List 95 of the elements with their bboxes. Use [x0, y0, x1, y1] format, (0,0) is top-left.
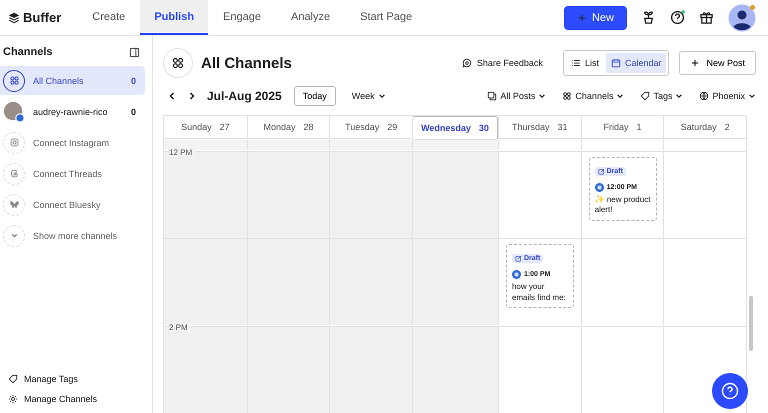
channel-avatar — [594, 182, 604, 192]
camera-icon — [8, 137, 20, 148]
calendar-cell[interactable] — [663, 238, 746, 326]
day-header: Friday 1 — [580, 116, 664, 139]
period-dropdown[interactable]: Week — [352, 91, 386, 101]
day-header: Monday 28 — [246, 116, 330, 139]
collapse-sidebar-icon — [129, 46, 140, 58]
calendar-cell[interactable] — [164, 238, 247, 326]
grid-icon — [171, 56, 185, 70]
stack-logo-icon — [8, 12, 20, 24]
calendar-cell[interactable] — [412, 238, 498, 326]
calendar-cell[interactable] — [329, 150, 412, 238]
at-sign-icon — [8, 168, 20, 179]
nav-tab[interactable]: Start Page — [345, 0, 428, 35]
nav-tab[interactable]: Publish — [140, 0, 208, 35]
list-icon — [570, 58, 581, 68]
help-button[interactable] — [712, 373, 748, 409]
calendar-cell[interactable] — [580, 238, 664, 326]
calendar-cell[interactable]: 12 PM — [164, 150, 247, 238]
channel-item[interactable]: Connect Threads — [0, 159, 145, 188]
account-avatar — [3, 100, 25, 122]
calendar-cell[interactable] — [164, 140, 247, 150]
next-week-icon — [187, 91, 197, 101]
buffer-logo[interactable]: Buffer — [0, 0, 78, 35]
view-tab[interactable]: Calendar — [606, 53, 666, 73]
post-text: how your emails find me: — [512, 282, 567, 303]
calendar-cell[interactable]: 2 PM — [164, 326, 247, 413]
filter-dropdown[interactable]: Phoenix — [699, 91, 756, 101]
edit-icon — [514, 255, 522, 262]
today-button[interactable]: Today — [294, 86, 336, 106]
nav-tab[interactable]: Engage — [208, 0, 276, 35]
previous-week-icon — [167, 91, 177, 101]
calendar-cell[interactable] — [246, 140, 330, 150]
date-range: Jul-Aug 2025 — [207, 89, 282, 103]
caret-icon — [538, 92, 546, 100]
channel-item[interactable]: Connect Instagram — [0, 128, 145, 157]
day-header: Thursday 31 — [498, 116, 581, 139]
settings-icon — [8, 394, 18, 404]
caret-icon — [616, 92, 624, 100]
calendar-cell[interactable] — [498, 326, 581, 413]
calendar-cell[interactable] — [498, 150, 581, 238]
page-title: All Channels — [201, 54, 293, 72]
butterfly-icon — [8, 199, 20, 210]
gift-icon — [699, 10, 714, 25]
copy-icon — [487, 91, 498, 101]
filter-dropdown[interactable]: All Posts — [487, 91, 546, 101]
plus-icon — [690, 58, 700, 68]
day-header: Saturday 2 — [663, 116, 746, 139]
calendar-cell[interactable] — [412, 140, 498, 150]
chat-icon — [462, 58, 472, 68]
caret-icon — [748, 92, 756, 100]
caret-icon — [675, 92, 684, 100]
sidebar-title: Channels — [3, 46, 53, 58]
filter-dropdown[interactable]: Channels — [562, 91, 624, 101]
nav-tab[interactable]: Create — [77, 0, 140, 35]
calendar-cell[interactable] — [412, 326, 498, 413]
calendar-cell[interactable] — [246, 326, 330, 413]
channel-item[interactable]: Show more channels — [0, 221, 145, 250]
calendar-cell[interactable] — [412, 150, 498, 238]
day-header: Wednesday 30 — [412, 116, 498, 140]
view-tab[interactable]: List — [566, 53, 604, 73]
help-icon — [721, 382, 739, 400]
calendar-cell[interactable] — [246, 238, 330, 326]
day-header: Sunday 27 — [164, 116, 247, 139]
channel-item[interactable]: audrey-rawnie-rico 0 — [0, 97, 145, 126]
calendar-cell[interactable] — [580, 326, 664, 413]
grid-icon — [8, 75, 20, 86]
tag-icon — [640, 91, 650, 101]
filter-dropdown[interactable]: Tags — [640, 91, 684, 101]
channel-item[interactable]: Connect Bluesky — [0, 190, 145, 219]
nav-tab[interactable]: Analyze — [276, 0, 346, 35]
grid-icon — [562, 91, 572, 101]
new-post-button[interactable]: New Post — [679, 51, 756, 75]
share-feedback-button[interactable]: Share Feedback — [456, 57, 549, 69]
scrollbar-thumb[interactable] — [749, 296, 753, 351]
edit-icon — [598, 168, 605, 175]
help-icon[interactable] — [670, 10, 685, 25]
plus-icon — [576, 12, 587, 22]
calendar-icon — [610, 58, 621, 68]
avatar-silhouette[interactable] — [728, 4, 756, 32]
calendar-cell[interactable] — [329, 238, 412, 326]
globe-icon — [699, 91, 710, 101]
channel-avatar — [512, 270, 521, 280]
calendar-cell[interactable] — [663, 150, 746, 238]
plant-icon — [641, 10, 656, 25]
calendar-cell[interactable] — [329, 326, 412, 413]
post-text: ✨ new product alert! — [594, 194, 651, 216]
new-button[interactable]: New — [564, 6, 627, 30]
caret-icon — [378, 92, 386, 100]
calendar-cell[interactable] — [246, 150, 330, 238]
channel-item[interactable]: All Channels 0 — [0, 66, 145, 95]
sidebar-link[interactable]: Manage Tags — [0, 369, 152, 389]
calendar-cell[interactable] — [329, 140, 412, 150]
sidebar-link[interactable]: Manage Channels — [0, 389, 152, 409]
tag-icon — [8, 374, 18, 384]
